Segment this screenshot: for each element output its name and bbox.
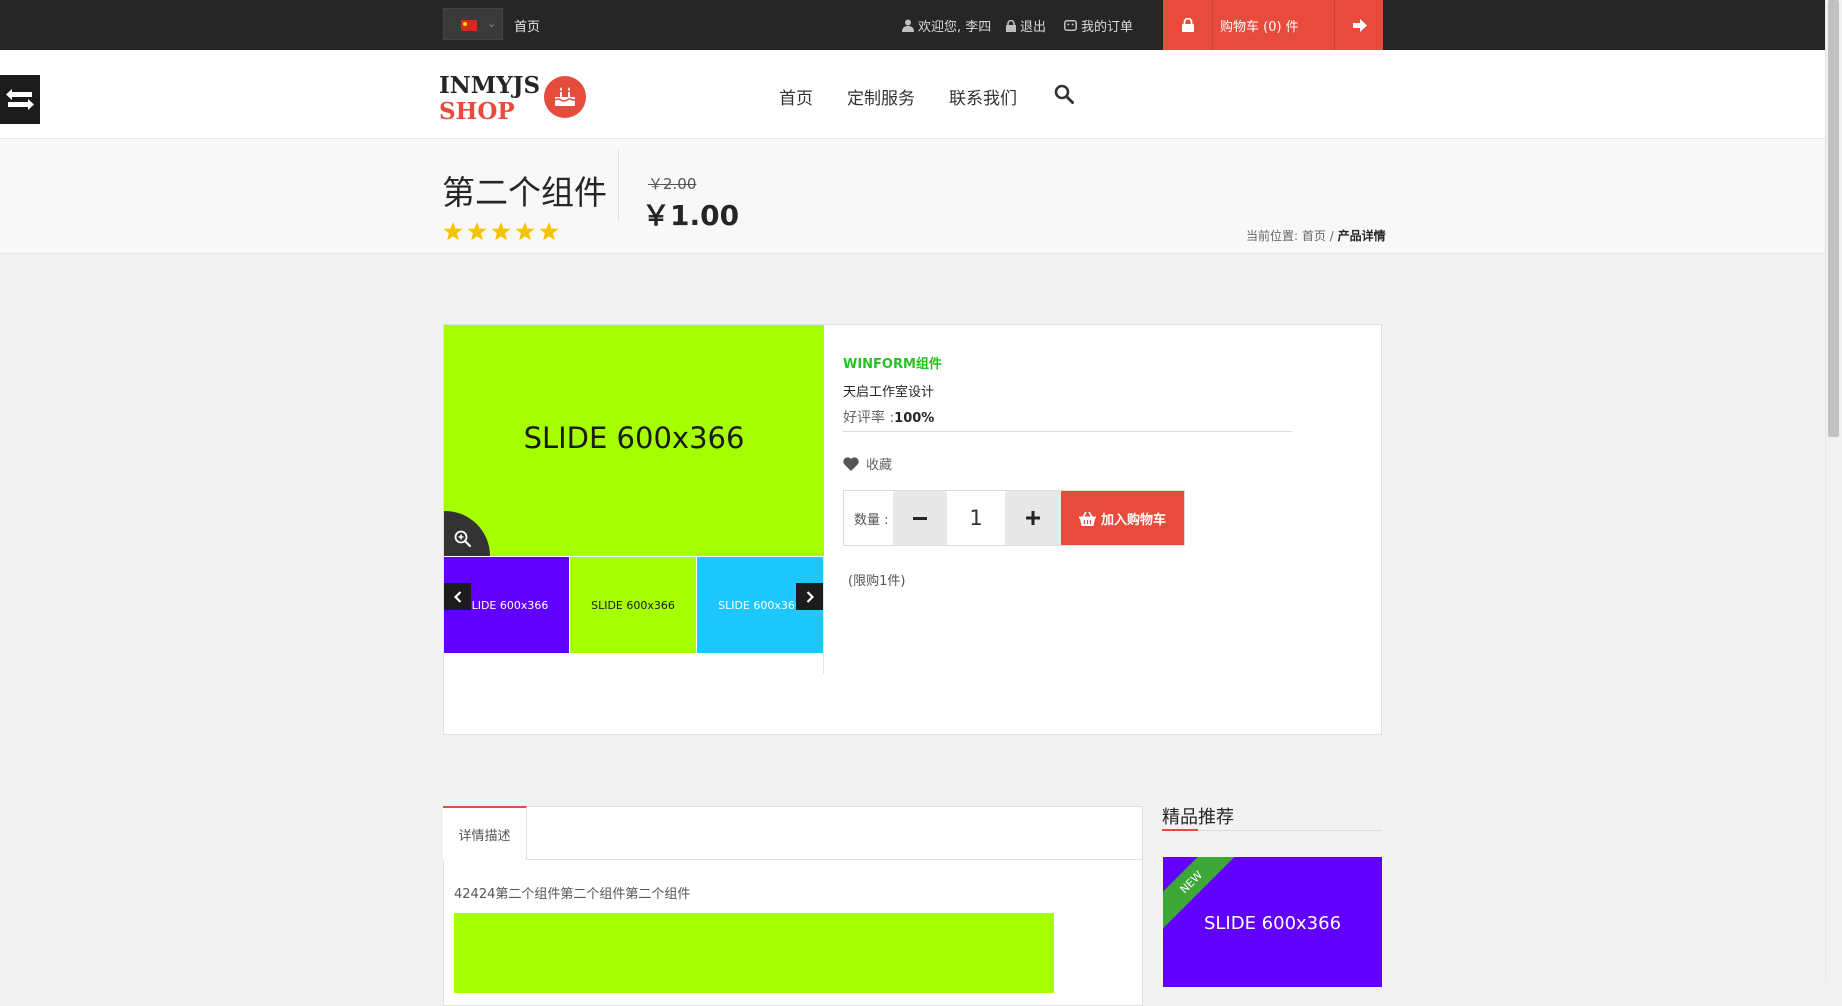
favorite-button[interactable]: 收藏 bbox=[843, 454, 892, 473]
chevron-left-icon bbox=[453, 590, 461, 603]
description-text: 42424第二个组件第二个组件第二个组件 bbox=[454, 887, 691, 902]
main-image-label: SLIDE 600x366 bbox=[523, 421, 745, 455]
product-title-band bbox=[0, 139, 1842, 254]
basket-icon bbox=[1078, 511, 1096, 526]
search-icon[interactable] bbox=[1054, 84, 1074, 108]
breadcrumb-home[interactable]: 首页 bbox=[1302, 229, 1326, 243]
gallery-divider bbox=[823, 556, 824, 674]
welcome-text: 欢迎您, 李四 bbox=[918, 20, 992, 35]
tab-description[interactable]: 详情描述 bbox=[443, 806, 527, 860]
star-icon bbox=[515, 222, 535, 241]
current-price: ￥1.00 bbox=[642, 199, 740, 232]
plus-icon bbox=[1026, 511, 1040, 525]
add-to-cart-button[interactable]: 加入购物车 bbox=[1061, 491, 1184, 545]
title-divider bbox=[618, 150, 619, 221]
main-product-image[interactable]: SLIDE 600x366 bbox=[444, 325, 824, 556]
rating-value: 100% bbox=[894, 411, 935, 426]
logout-link[interactable]: 退出 bbox=[1006, 16, 1046, 35]
thumbnail-prev-button[interactable] bbox=[444, 583, 471, 610]
recommend-card-label: SLIDE 600x366 bbox=[1203, 913, 1342, 934]
arrow-right-icon bbox=[1352, 18, 1367, 32]
quantity-label: 数量 : bbox=[854, 513, 889, 528]
purchase-limit-note: (限购1件) bbox=[848, 574, 906, 589]
cart-summary-link[interactable]: 购物车 (0) 件 bbox=[1220, 16, 1299, 35]
tab-header-line bbox=[444, 859, 1142, 860]
recommend-title: 精品推荐 bbox=[1162, 807, 1234, 828]
chevron-right-icon bbox=[806, 590, 814, 603]
add-to-cart-label: 加入购物车 bbox=[1100, 512, 1166, 528]
designer-text: 天启工作室设计 bbox=[843, 385, 935, 400]
user-icon bbox=[902, 19, 914, 32]
checkout-arrow-button[interactable] bbox=[1334, 0, 1384, 50]
quantity-increase-button[interactable] bbox=[1005, 491, 1061, 545]
heart-icon bbox=[843, 456, 859, 471]
star-icon bbox=[443, 222, 463, 241]
lock-icon bbox=[1006, 19, 1016, 32]
info-divider bbox=[843, 431, 1292, 432]
side-panel-toggle[interactable] bbox=[0, 75, 40, 124]
scrollbar-thumb[interactable] bbox=[1828, 0, 1839, 437]
welcome-user-link[interactable]: 欢迎您, 李四 bbox=[902, 16, 991, 35]
chevron-down-icon: ⌄ bbox=[487, 17, 497, 30]
breadcrumb: 当前位置: 首页 / 产品详情 bbox=[1246, 227, 1386, 244]
rating-rate: 好评率 :100% bbox=[843, 407, 934, 427]
swap-arrows-icon bbox=[6, 88, 34, 110]
orders-icon bbox=[1064, 20, 1077, 31]
favorite-label: 收藏 bbox=[866, 458, 893, 473]
star-icon bbox=[467, 222, 487, 241]
thumbnail-label: SLIDE 600x366 bbox=[591, 598, 675, 612]
top-bar: ⌄ 首页 欢迎您, 李四 退出 我的订单 购物车 (0) 件 bbox=[0, 0, 1842, 50]
thumbnail-2[interactable]: SLIDE 600x366 bbox=[570, 557, 696, 653]
quantity-decrease-button[interactable] bbox=[893, 491, 947, 545]
lock-icon bbox=[1181, 18, 1194, 32]
china-flag-icon bbox=[461, 20, 477, 31]
product-title: 第二个组件 bbox=[442, 173, 607, 212]
nav-contact-us[interactable]: 联系我们 bbox=[949, 84, 1017, 109]
thumbnail-next-button[interactable] bbox=[796, 583, 823, 610]
thumbnail-label: SLIDE 600x366 bbox=[718, 598, 802, 612]
description-image bbox=[454, 913, 1054, 993]
nav-home[interactable]: 首页 bbox=[779, 84, 813, 109]
thumbnail-strip: SLIDE 600x366 SLIDE 600x366 SLIDE 600x36… bbox=[444, 557, 823, 653]
star-icon bbox=[491, 222, 511, 241]
nav-custom-service[interactable]: 定制服务 bbox=[847, 84, 915, 109]
language-select[interactable]: ⌄ bbox=[443, 8, 503, 40]
logo-line2: SHOP bbox=[439, 98, 515, 125]
minus-icon bbox=[913, 516, 927, 520]
my-orders-text: 我的订单 bbox=[1081, 20, 1134, 35]
recommend-accent bbox=[1162, 829, 1198, 831]
recommend-card[interactable]: SLIDE 600x366 NEW bbox=[1163, 857, 1382, 987]
site-header bbox=[0, 50, 1842, 139]
breadcrumb-prefix: 当前位置: bbox=[1246, 229, 1299, 243]
cart-lock-button[interactable] bbox=[1163, 0, 1213, 50]
breadcrumb-current: 产品详情 bbox=[1337, 229, 1386, 243]
cake-logo-icon bbox=[544, 76, 586, 118]
category-link[interactable]: WINFORM组件 bbox=[843, 353, 942, 372]
cart-bar: 购物车 (0) 件 bbox=[1163, 0, 1383, 50]
old-price: ￥2.00 bbox=[648, 175, 697, 193]
zoom-in-icon bbox=[454, 530, 471, 547]
rating-stars bbox=[443, 222, 559, 241]
logo-line1: INMYJS bbox=[439, 72, 541, 99]
top-home-link[interactable]: 首页 bbox=[514, 16, 540, 35]
site-logo[interactable]: INMYJS SHOP bbox=[439, 73, 540, 125]
logout-text: 退出 bbox=[1020, 20, 1047, 35]
quantity-input[interactable] bbox=[947, 491, 1005, 545]
thumbnail-label: SLIDE 600x366 bbox=[464, 598, 549, 612]
rating-label: 好评率 : bbox=[843, 410, 895, 426]
my-orders-link[interactable]: 我的订单 bbox=[1064, 16, 1133, 35]
star-icon bbox=[539, 222, 559, 241]
breadcrumb-separator: / bbox=[1329, 229, 1334, 243]
